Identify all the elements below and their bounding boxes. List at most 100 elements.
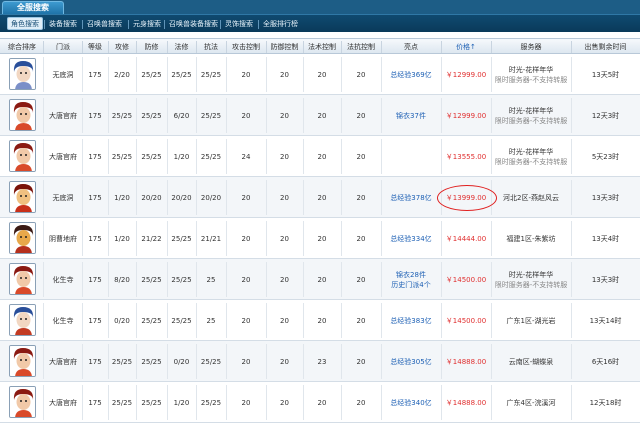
- column-divider: [82, 385, 83, 420]
- highlight-cell[interactable]: 锦衣37件: [381, 95, 441, 136]
- server-cell: 广东4区-浣溪河: [491, 382, 571, 423]
- character-portrait-icon[interactable]: [9, 345, 36, 377]
- column-divider: [571, 344, 572, 379]
- column-divider: [491, 262, 492, 297]
- col-atk-ctrl[interactable]: 攻击控制: [226, 39, 266, 55]
- character-portrait-icon[interactable]: [9, 304, 36, 336]
- time-left-cell: 12天18时: [589, 398, 622, 407]
- tab-server-ranking[interactable]: 全服排行榜: [263, 18, 298, 31]
- column-divider: [43, 139, 44, 174]
- column-divider: [108, 385, 109, 420]
- price-cell: ￥12999.00: [445, 70, 487, 79]
- highlight-text-2[interactable]: 历史门派4个: [391, 280, 430, 290]
- highlight-cell[interactable]: 总经验305亿: [381, 341, 441, 382]
- price-cell: ￥12999.00: [445, 111, 487, 120]
- table-row[interactable]: 无底洞 175 1/20 20/20 20/20 20/20 20 20 20 20 总经验378亿…: [0, 177, 640, 218]
- highlight-text[interactable]: 总经验378亿: [390, 193, 431, 203]
- highlight-text[interactable]: 总经验305亿: [390, 357, 431, 367]
- highlight-cell[interactable]: 总经验334亿: [381, 218, 441, 259]
- character-portrait-icon[interactable]: [9, 99, 36, 131]
- mag-ctrl-cell: 20: [317, 152, 327, 161]
- column-divider: [226, 98, 227, 133]
- school-cell: 大唐官府: [49, 111, 77, 120]
- tab-accessory-search[interactable]: 灵饰搜索: [225, 18, 253, 31]
- highlight-cell[interactable]: 锦衣28件 历史门派4个: [381, 259, 441, 300]
- highlight-text[interactable]: 锦衣28件: [396, 270, 426, 280]
- price-cell: ￥14444.00: [445, 234, 487, 243]
- magic-cell: 25/25: [171, 70, 192, 79]
- table-row[interactable]: 大唐官府 175 25/25 25/25 1/20 25/25 20 20 20 20 总经验340…: [0, 382, 640, 423]
- table-row[interactable]: 大唐官府 175 25/25 25/25 0/20 25/25 20 20 23 20 总经验305…: [0, 341, 640, 382]
- column-divider: [303, 385, 304, 420]
- col-level[interactable]: 等级: [82, 39, 108, 55]
- column-divider: [441, 385, 442, 420]
- def-ctrl-cell: 20: [280, 316, 289, 325]
- server-name: 福建1区-朱紫坊: [506, 234, 556, 243]
- table-row[interactable]: 无底洞 175 2/20 25/25 25/25 25/25 20 20 20 20 总经验369亿…: [0, 54, 640, 95]
- tab-equipment-search[interactable]: 装备搜索: [49, 18, 77, 31]
- table-row[interactable]: 化生寺 175 8/20 25/25 25/25 25 20 20 20 20 锦衣28件 历史门派4…: [0, 259, 640, 300]
- highlight-text[interactable]: 总经验383亿: [390, 316, 431, 326]
- main-tab-global-search[interactable]: 全服搜索: [2, 1, 64, 14]
- highlight-text[interactable]: 总经验334亿: [390, 234, 431, 244]
- column-divider: [196, 221, 197, 256]
- col-resist[interactable]: 抗法: [196, 39, 226, 55]
- tab-pet-search[interactable]: 召唤兽搜索: [87, 18, 122, 31]
- col-attack[interactable]: 攻修: [108, 39, 136, 55]
- highlight-cell[interactable]: [381, 136, 441, 177]
- table-row[interactable]: 阴曹地府 175 1/20 21/22 25/25 21/21 20 20 20 20 总经验334…: [0, 218, 640, 259]
- column-divider: [571, 262, 572, 297]
- price-cell: ￥14500.00: [445, 316, 487, 325]
- time-left-cell: 5天23时: [591, 152, 620, 161]
- column-divider: [266, 303, 267, 338]
- highlight-cell[interactable]: 总经验378亿: [381, 177, 441, 218]
- mag-ctrl-cell: 23: [317, 357, 327, 366]
- highlight-text[interactable]: 锦衣37件: [396, 111, 426, 121]
- character-portrait-icon[interactable]: [9, 140, 36, 172]
- column-divider: [341, 139, 342, 174]
- res-ctrl-cell: 20: [356, 316, 366, 325]
- col-res-ctrl[interactable]: 法抗控制: [341, 39, 381, 55]
- character-portrait-icon[interactable]: [9, 181, 36, 213]
- col-def-ctrl[interactable]: 防御控制: [266, 39, 303, 55]
- magic-cell: 1/20: [173, 398, 190, 407]
- mag-ctrl-cell: 20: [317, 70, 327, 79]
- col-time[interactable]: 出售剩余时间: [571, 39, 640, 55]
- column-divider: [571, 303, 572, 338]
- character-portrait-icon[interactable]: [9, 386, 36, 418]
- col-rank[interactable]: 综合排序: [2, 39, 42, 55]
- col-defense[interactable]: 防修: [136, 39, 167, 55]
- column-divider: [266, 221, 267, 256]
- column-divider: [82, 221, 83, 256]
- time-left-cell: 13天14时: [589, 316, 622, 325]
- highlight-text[interactable]: 总经验340亿: [390, 398, 431, 408]
- column-divider: [136, 385, 137, 420]
- character-portrait-icon[interactable]: [9, 263, 36, 295]
- table-row[interactable]: 大唐官府 175 25/25 25/25 1/20 25/25 24 20 20 20 ￥13555…: [0, 136, 640, 177]
- table-row[interactable]: 化生寺 175 0/20 25/25 25/25 25 20 20 20 20 总经验383亿 ￥14…: [0, 300, 640, 341]
- character-portrait-icon[interactable]: [9, 58, 36, 90]
- server-note: 限时服务器-不支持转服: [494, 280, 568, 289]
- column-divider: [43, 344, 44, 379]
- tab-role-search[interactable]: 角色搜索: [7, 17, 43, 30]
- magic-cell: 20/20: [171, 193, 192, 202]
- highlight-cell[interactable]: 总经验383亿: [381, 300, 441, 341]
- attack-cell: 8/20: [114, 275, 130, 284]
- highlight-cell[interactable]: 总经验340亿: [381, 382, 441, 423]
- level-cell: 175: [88, 234, 102, 243]
- highlight-cell[interactable]: 总经验369亿: [381, 54, 441, 95]
- server-name: 时光-花样年华: [508, 270, 554, 279]
- highlight-text[interactable]: 总经验369亿: [390, 70, 431, 80]
- table-row[interactable]: 大唐官府 175 25/25 25/25 6/20 25/25 20 20 20 20 锦衣37件 ￥…: [0, 95, 640, 136]
- character-portrait-icon[interactable]: [9, 222, 36, 254]
- tab-pet-equipment-search[interactable]: 召唤兽装备搜索: [169, 18, 218, 31]
- col-price[interactable]: 价格↑: [441, 39, 491, 55]
- tab-yuanshen-search[interactable]: 元身搜索: [133, 18, 161, 31]
- col-magic[interactable]: 法修: [167, 39, 196, 55]
- column-divider: [303, 303, 304, 338]
- defense-cell: 25/25: [141, 398, 162, 407]
- server-cell: 福建1区-朱紫坊: [491, 218, 571, 259]
- level-cell: 175: [88, 70, 102, 79]
- column-divider: [108, 180, 109, 215]
- col-mag-ctrl[interactable]: 法术控制: [303, 39, 341, 55]
